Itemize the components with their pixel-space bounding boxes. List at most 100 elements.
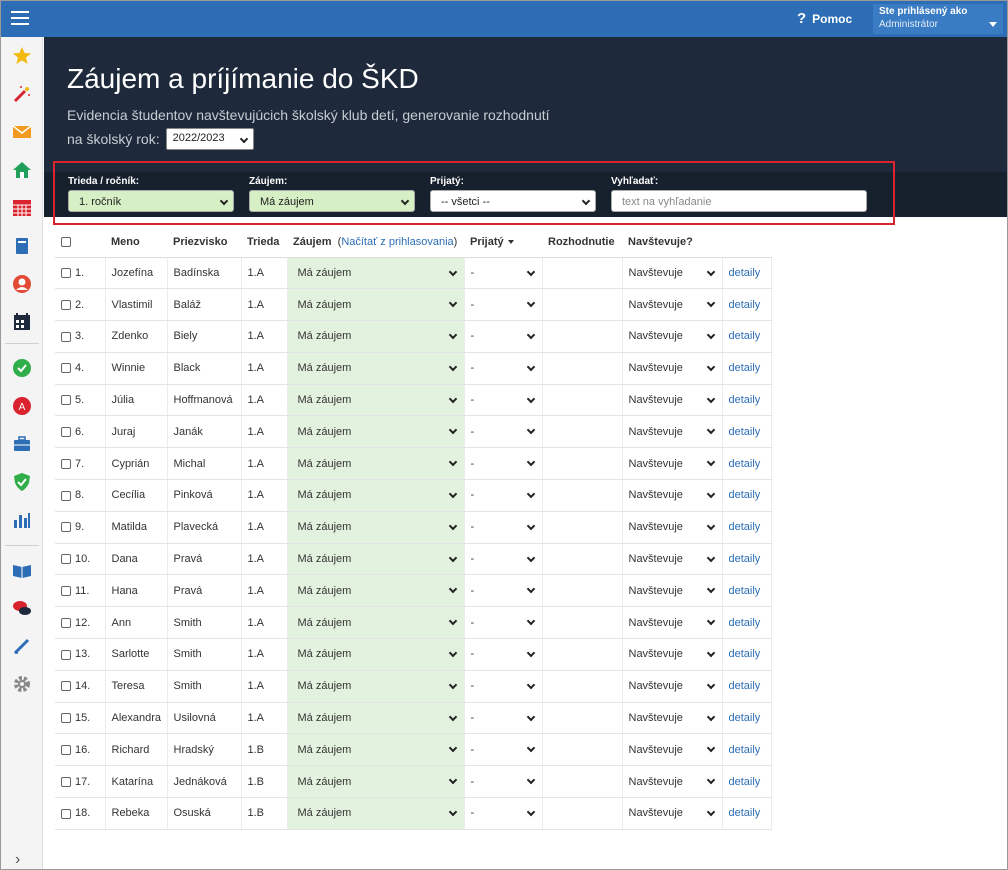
navstevuje-select[interactable]: Navštevuje xyxy=(622,797,723,830)
detail-link[interactable]: detaily xyxy=(729,553,761,565)
open-book-icon[interactable] xyxy=(11,559,33,581)
col-navstevuje[interactable]: Navštevuje? xyxy=(622,227,722,258)
prijaty-select[interactable]: - xyxy=(464,257,543,290)
navstevuje-select[interactable]: Navštevuje xyxy=(622,288,723,322)
row-checkbox[interactable] xyxy=(61,522,71,533)
row-checkbox[interactable] xyxy=(61,426,71,437)
prijaty-select[interactable]: - xyxy=(464,606,543,640)
detail-link[interactable]: detaily xyxy=(729,267,761,279)
zaujem-select[interactable]: Má záujem xyxy=(287,670,465,703)
prijaty-select[interactable]: - xyxy=(464,352,543,385)
zaujem-select[interactable]: Má záujem xyxy=(287,288,465,322)
detail-link[interactable]: detaily xyxy=(729,648,761,660)
row-checkbox[interactable] xyxy=(61,713,71,724)
navstevuje-select[interactable]: Navštevuje xyxy=(622,765,723,799)
row-checkbox[interactable] xyxy=(61,617,71,628)
detail-link[interactable]: detaily xyxy=(729,776,761,788)
zaujem-select[interactable]: Má záujem xyxy=(287,257,465,290)
navstevuje-select[interactable]: Navštevuje xyxy=(622,257,723,290)
prijaty-select[interactable]: - xyxy=(464,479,543,512)
row-checkbox[interactable] xyxy=(61,585,71,596)
magic-wand-icon[interactable] xyxy=(11,83,33,105)
detail-link[interactable]: detaily xyxy=(729,362,761,374)
school-year-select[interactable]: 2022/2023 xyxy=(165,128,254,150)
detail-link[interactable]: detaily xyxy=(729,744,761,756)
zaujem-select[interactable]: Má záujem xyxy=(287,384,465,417)
detail-link[interactable]: detaily xyxy=(729,807,761,819)
detail-link[interactable]: detaily xyxy=(729,330,761,342)
search-input[interactable]: text na vyhľadanie xyxy=(611,190,867,212)
navstevuje-select[interactable]: Navštevuje xyxy=(622,733,723,767)
filter-zaujem-select[interactable]: Má záujem xyxy=(249,190,415,212)
help-link[interactable]: ? Pomoc xyxy=(797,10,852,27)
zaujem-select[interactable]: Má záujem xyxy=(287,415,465,449)
col-meno[interactable]: Meno xyxy=(105,227,167,258)
detail-link[interactable]: detaily xyxy=(729,617,761,629)
star-icon[interactable] xyxy=(11,45,33,67)
navstevuje-select[interactable]: Navštevuje xyxy=(622,702,723,735)
col-prijaty[interactable]: Prijatý xyxy=(464,227,542,258)
select-all-checkbox[interactable] xyxy=(61,236,71,247)
prijaty-select[interactable]: - xyxy=(464,288,543,322)
row-checkbox[interactable] xyxy=(61,299,71,310)
row-checkbox[interactable] xyxy=(61,554,71,565)
detail-link[interactable]: detaily xyxy=(729,458,761,470)
navstevuje-select[interactable]: Navštevuje xyxy=(622,543,723,576)
col-priezvisko[interactable]: Priezvisko xyxy=(167,227,241,258)
navstevuje-select[interactable]: Navštevuje xyxy=(622,384,723,417)
prijaty-select[interactable]: - xyxy=(464,543,543,576)
mail-icon[interactable] xyxy=(11,121,33,143)
prijaty-select[interactable]: - xyxy=(464,415,543,449)
prijaty-select[interactable]: - xyxy=(464,797,543,830)
shield-check-icon[interactable] xyxy=(11,471,33,493)
row-checkbox[interactable] xyxy=(61,331,71,342)
navstevuje-select[interactable]: Navštevuje xyxy=(622,638,723,671)
prijaty-select[interactable]: - xyxy=(464,670,543,703)
row-checkbox[interactable] xyxy=(61,267,71,278)
pen-icon[interactable] xyxy=(11,635,33,657)
col-zaujem-label[interactable]: Záujem xyxy=(293,236,332,248)
detail-link[interactable]: detaily xyxy=(729,712,761,724)
detail-link[interactable]: detaily xyxy=(729,299,761,311)
row-checkbox[interactable] xyxy=(61,776,71,787)
home-icon[interactable] xyxy=(11,159,33,181)
detail-link[interactable]: detaily xyxy=(729,489,761,501)
user-icon[interactable] xyxy=(11,273,33,295)
col-rozhodnutie[interactable]: Rozhodnutie xyxy=(542,227,622,258)
prijaty-select[interactable]: - xyxy=(464,765,543,799)
chat-icon[interactable] xyxy=(11,597,33,619)
schedule-icon[interactable] xyxy=(11,311,33,333)
filter-trieda-select[interactable]: 1. ročník xyxy=(68,190,234,212)
detail-link[interactable]: detaily xyxy=(729,521,761,533)
navstevuje-select[interactable]: Navštevuje xyxy=(622,606,723,640)
prijaty-select[interactable]: - xyxy=(464,447,543,481)
zaujem-select[interactable]: Má záujem xyxy=(287,702,465,735)
check-circle-icon[interactable] xyxy=(11,357,33,379)
navstevuje-select[interactable]: Navštevuje xyxy=(622,574,723,608)
row-checkbox[interactable] xyxy=(61,490,71,501)
load-from-registration-link[interactable]: Načítať z prihlasovania xyxy=(341,236,453,248)
navstevuje-select[interactable]: Navštevuje xyxy=(622,415,723,449)
row-checkbox[interactable] xyxy=(61,808,71,819)
prijaty-select[interactable]: - xyxy=(464,702,543,735)
row-checkbox[interactable] xyxy=(61,458,71,469)
row-checkbox[interactable] xyxy=(61,395,71,406)
prijaty-select[interactable]: - xyxy=(464,733,543,767)
zaujem-select[interactable]: Má záujem xyxy=(287,543,465,576)
detail-link[interactable]: detaily xyxy=(729,680,761,692)
zaujem-select[interactable]: Má záujem xyxy=(287,797,465,830)
zaujem-select[interactable]: Má záujem xyxy=(287,606,465,640)
badge-icon[interactable]: A xyxy=(11,395,33,417)
prijaty-select[interactable]: - xyxy=(464,384,543,417)
calendar-grid-icon[interactable] xyxy=(11,197,33,219)
detail-link[interactable]: detaily xyxy=(729,394,761,406)
bar-chart-icon[interactable] xyxy=(11,509,33,531)
user-menu[interactable]: Ste prihlásený ako Administrátor xyxy=(873,4,1003,34)
navstevuje-select[interactable]: Navštevuje xyxy=(622,447,723,481)
book-icon[interactable] xyxy=(11,235,33,257)
navstevuje-select[interactable]: Navštevuje xyxy=(622,670,723,703)
briefcase-icon[interactable] xyxy=(11,433,33,455)
detail-link[interactable]: detaily xyxy=(729,426,761,438)
zaujem-select[interactable]: Má záujem xyxy=(287,447,465,481)
prijaty-select[interactable]: - xyxy=(464,511,543,544)
